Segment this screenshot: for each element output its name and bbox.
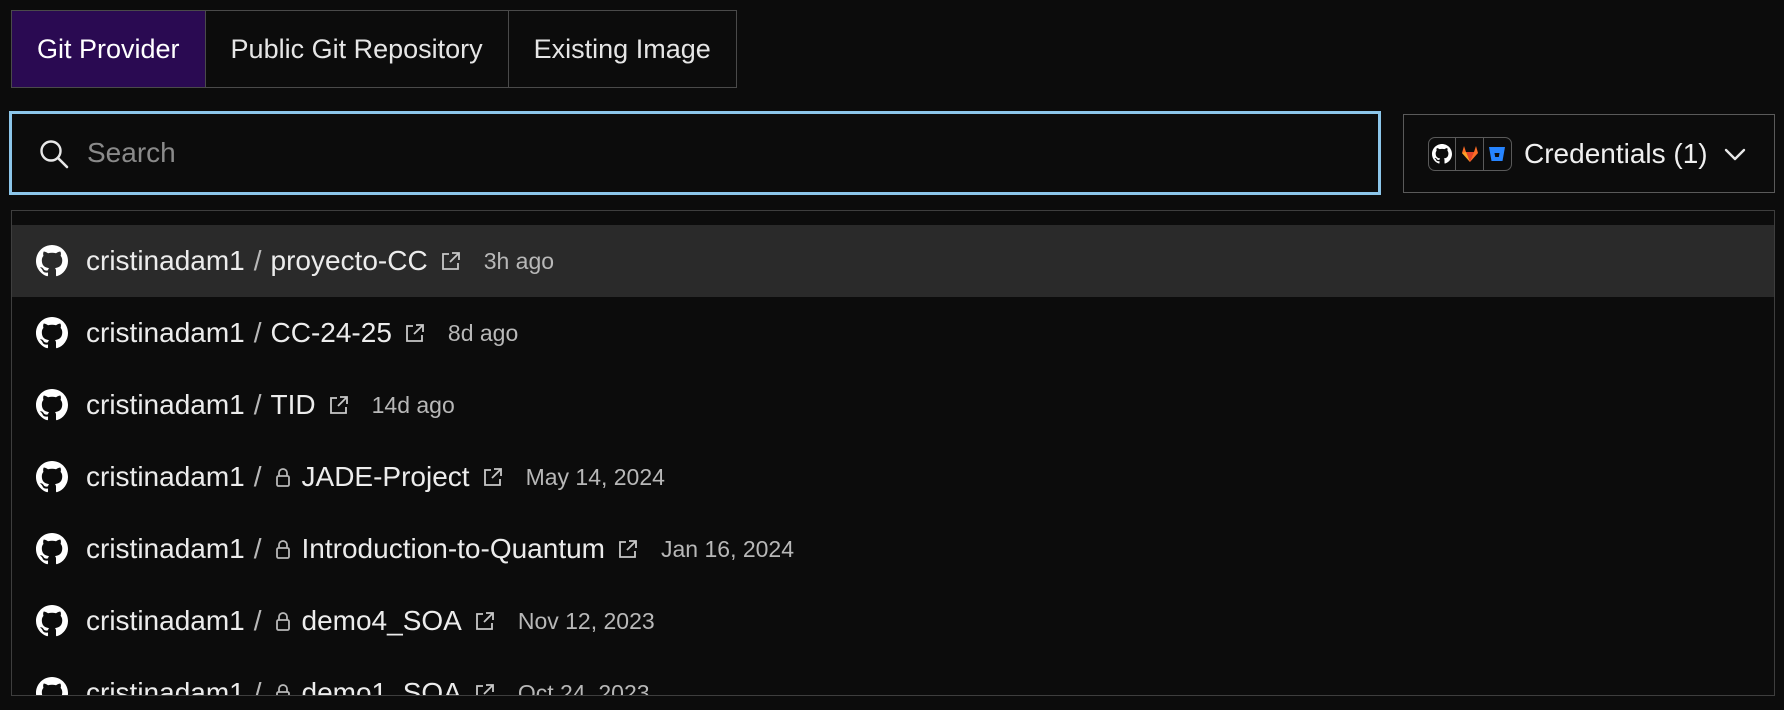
repo-separator: / (253, 245, 262, 276)
repo-owner: cristinadam1 (86, 317, 245, 348)
repo-owner: cristinadam1 (86, 605, 245, 636)
github-icon (36, 389, 68, 421)
repo-separator: / (253, 533, 262, 564)
github-icon (36, 677, 68, 695)
chevron-down-icon (1724, 148, 1746, 161)
external-link-icon[interactable] (482, 466, 504, 488)
repo-updated-time: 8d ago (447, 319, 519, 346)
repository-row-text: cristinadam1 / JADE-Project May 14, 2024 (86, 461, 665, 493)
github-icon (36, 317, 68, 349)
repo-updated-time: Oct 24, 2023 (517, 679, 650, 696)
provider-icons (1428, 137, 1512, 171)
lock-icon (275, 540, 290, 559)
repo-updated-time: 3h ago (483, 247, 555, 274)
repository-row[interactable]: cristinadam1 / TID 14d ago (12, 369, 1774, 441)
search-input[interactable] (87, 114, 1367, 192)
tab-public-git-repository[interactable]: Public Git Repository (206, 11, 509, 87)
bitbucket-icon (1484, 138, 1511, 170)
repo-owner: cristinadam1 (86, 245, 245, 276)
external-link-icon[interactable] (474, 610, 496, 632)
repository-row-text: cristinadam1 / demo1_SOA Oct 24, 2023 (86, 677, 650, 696)
repository-row[interactable]: cristinadam1 / CC-24-25 8d ago (12, 297, 1774, 369)
repo-separator: / (253, 317, 262, 348)
repo-separator: / (253, 605, 262, 636)
repo-owner: cristinadam1 (86, 533, 245, 564)
repo-updated-time: Nov 12, 2023 (517, 607, 655, 634)
repository-row[interactable]: cristinadam1 / Introduction-to-Quantum J… (12, 513, 1774, 585)
external-link-icon[interactable] (328, 394, 350, 416)
repository-row-text: cristinadam1 / demo4_SOA Nov 12, 2023 (86, 605, 655, 637)
tab-git-provider[interactable]: Git Provider (12, 11, 206, 87)
repo-name: demo4_SOA (301, 605, 462, 636)
repo-separator: / (253, 461, 262, 492)
repo-owner: cristinadam1 (86, 461, 245, 492)
repository-row-text: cristinadam1 / TID 14d ago (86, 389, 455, 421)
repo-name: JADE-Project (301, 461, 470, 492)
repository-row-text: cristinadam1 / CC-24-25 8d ago (86, 317, 518, 349)
search-icon (40, 140, 69, 169)
repo-separator: / (253, 389, 262, 420)
repository-list: cristinadam1 / proyecto-CC 3h ago cristi… (11, 210, 1775, 696)
external-link-icon[interactable] (440, 250, 462, 272)
repository-row[interactable]: cristinadam1 / demo4_SOA Nov 12, 2023 (12, 585, 1774, 657)
credentials-label: Credentials (1) (1524, 137, 1708, 169)
repository-row[interactable]: cristinadam1 / demo1_SOA Oct 24, 2023 (12, 657, 1774, 696)
repo-name: proyecto-CC (270, 245, 428, 276)
lock-icon (275, 468, 290, 487)
repository-row[interactable]: cristinadam1 / JADE-Project May 14, 2024 (12, 441, 1774, 513)
repo-updated-time: May 14, 2024 (525, 463, 665, 490)
repo-name: demo1_SOA (301, 677, 462, 696)
search-box (9, 111, 1381, 195)
repository-row[interactable]: cristinadam1 / proyecto-CC 3h ago (12, 225, 1774, 297)
repo-updated-time: 14d ago (371, 391, 455, 418)
github-icon (36, 533, 68, 565)
lock-icon (275, 612, 290, 631)
repository-row-text: cristinadam1 / proyecto-CC 3h ago (86, 245, 554, 277)
github-icon (1429, 138, 1457, 170)
repository-row-text: cristinadam1 / Introduction-to-Quantum J… (86, 533, 794, 565)
credentials-dropdown[interactable]: Credentials (1) (1403, 114, 1775, 193)
external-link-icon[interactable] (404, 322, 426, 344)
repo-separator: / (253, 677, 262, 696)
external-link-icon[interactable] (474, 682, 496, 696)
lock-icon (275, 684, 290, 695)
source-tabs: Git Provider Public Git Repository Exist… (11, 10, 737, 88)
repo-name: TID (270, 389, 316, 420)
repo-owner: cristinadam1 (86, 677, 245, 696)
repo-name: CC-24-25 (270, 317, 392, 348)
repo-name: Introduction-to-Quantum (301, 533, 606, 564)
repo-updated-time: Jan 16, 2024 (661, 535, 795, 562)
tab-existing-image[interactable]: Existing Image (509, 11, 736, 87)
github-icon (36, 461, 68, 493)
github-icon (36, 605, 68, 637)
repo-owner: cristinadam1 (86, 389, 245, 420)
external-link-icon[interactable] (617, 538, 639, 560)
gitlab-icon (1456, 138, 1484, 170)
github-icon (36, 245, 68, 277)
